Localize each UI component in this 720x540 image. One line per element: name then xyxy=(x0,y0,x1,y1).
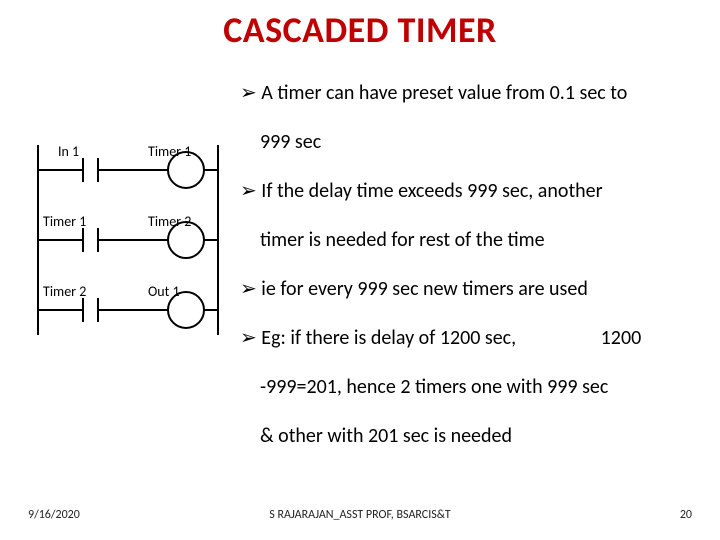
bullet-text: If the delay time exceeds 999 sec, anoth… xyxy=(261,179,602,203)
bullet-icon: ➢ xyxy=(240,180,257,202)
bullet-4a: ➢ Eg: if there is delay of 1200 sec, 120… xyxy=(240,325,680,352)
footer: 9/16/2020 S RAJARAJAN_ASST PROF, BSARCIS… xyxy=(0,508,720,522)
bullet-text-tail: 1200 xyxy=(601,326,642,350)
label-out1: Out 1 xyxy=(148,283,180,300)
bullet-list: ➢ A timer can have preset value from 0.1… xyxy=(240,80,680,472)
bullet-1a: ➢ A timer can have preset value from 0.1… xyxy=(240,80,680,107)
bullet-4c: & other with 201 sec is needed xyxy=(240,423,680,450)
label-in1: In 1 xyxy=(58,143,79,160)
label-timer2-r: Timer 2 xyxy=(148,213,191,230)
footer-date: 9/16/2020 xyxy=(28,508,80,522)
slide: CASCADED TIMER xyxy=(0,0,720,540)
bullet-2a: ➢ If the delay time exceeds 999 sec, ano… xyxy=(240,178,680,205)
bullet-4b: -999=201, hence 2 timers one with 999 se… xyxy=(240,374,680,401)
bullet-text: Eg: if there is delay of 1200 sec, xyxy=(261,326,516,350)
footer-author: S RAJARAJAN_ASST PROF, BSARCIS&T xyxy=(0,508,720,522)
bullet-icon: ➢ xyxy=(240,327,257,349)
bullet-2b: timer is needed for rest of the time xyxy=(240,227,680,254)
bullet-1b: 999 sec xyxy=(240,129,680,156)
label-timer1-l: Timer 1 xyxy=(43,213,86,230)
bullet-3: ➢ ie for every 999 sec new timers are us… xyxy=(240,276,680,303)
bullet-text: ie for every 999 sec new timers are used xyxy=(261,277,588,301)
label-timer1-r: Timer 1 xyxy=(148,143,191,160)
bullet-icon: ➢ xyxy=(240,278,257,300)
ladder-svg: In 1 Timer 1 Timer 1 Timer 2 Timer 2 Out… xyxy=(28,140,228,340)
bullet-text: A timer can have preset value from 0.1 s… xyxy=(261,81,627,105)
footer-page: 20 xyxy=(680,508,692,522)
slide-title: CASCADED TIMER xyxy=(0,0,720,52)
ladder-diagram: In 1 Timer 1 Timer 1 Timer 2 Timer 2 Out… xyxy=(28,140,228,345)
bullet-icon: ➢ xyxy=(240,82,257,104)
label-timer2-l: Timer 2 xyxy=(43,283,86,300)
